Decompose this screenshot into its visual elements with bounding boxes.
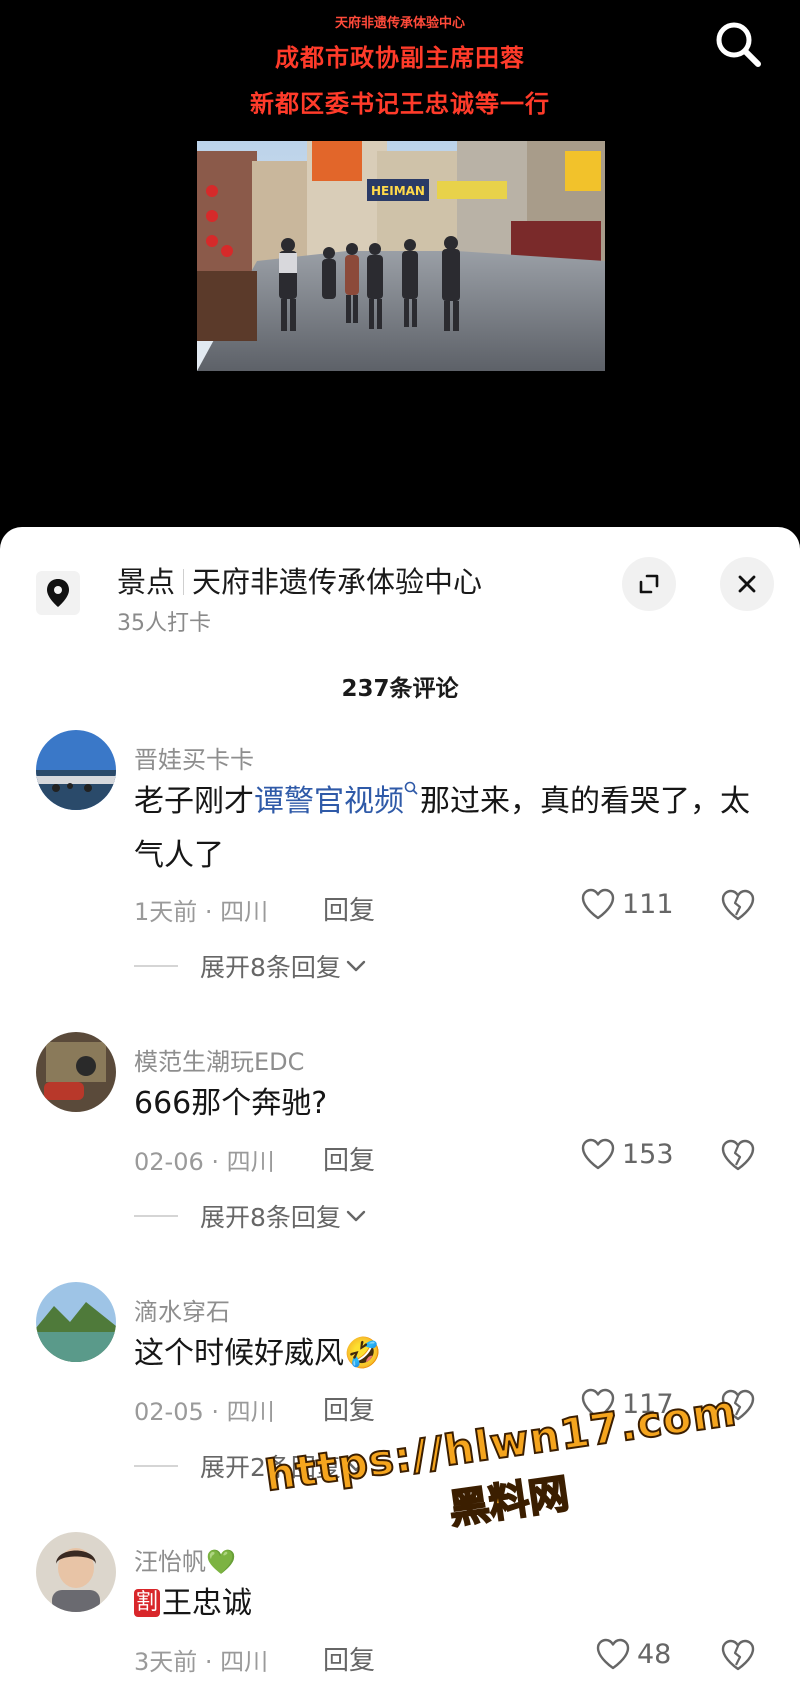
reply-button[interactable]: 回复 <box>323 890 375 927</box>
avatar[interactable] <box>36 1032 116 1112</box>
chevron-down-icon <box>346 960 366 972</box>
heart-icon <box>596 1638 630 1670</box>
comment-text-part: 王忠诚 <box>162 1586 253 1621</box>
chevron-down-icon <box>346 1210 366 1222</box>
comment-username[interactable]: 汪怡帆💚 <box>134 1542 236 1577</box>
comment-meta: 02-06 · 四川 <box>134 1148 275 1176</box>
video-caption-line2: 新都区委书记王忠诚等一行 <box>250 90 550 118</box>
divider-dash <box>134 1465 178 1467</box>
avatar[interactable] <box>36 730 116 810</box>
like-count: 117 <box>622 1388 674 1420</box>
like-button[interactable]: 153 <box>580 1137 674 1171</box>
search-small-icon <box>404 781 418 795</box>
divider-dash <box>134 1215 178 1217</box>
expand-replies-label: 展开8条回复 <box>200 1203 341 1232</box>
search-link[interactable]: 谭警官视频 <box>254 784 404 819</box>
comment-text-part: 这个时候好威风 <box>134 1336 344 1371</box>
expand-replies-label: 展开8条回复 <box>200 953 341 982</box>
chevron-down-icon <box>346 1460 366 1472</box>
comment-text: 这个时候好威风🤣 <box>134 1327 754 1381</box>
broken-heart-icon <box>721 1639 755 1671</box>
search-icon[interactable] <box>712 18 764 70</box>
reply-button[interactable]: 回复 <box>323 1640 375 1677</box>
like-button[interactable]: 117 <box>580 1387 674 1421</box>
heart-icon <box>581 1138 615 1170</box>
broken-heart-icon <box>721 889 755 921</box>
dislike-button[interactable] <box>720 888 756 926</box>
like-count: 48 <box>637 1638 672 1670</box>
poi-checkins: 35人打卡 <box>117 611 211 636</box>
comment-username[interactable]: 模范生潮玩EDC <box>134 1042 304 1077</box>
green-heart-icon: 💚 <box>206 1548 236 1576</box>
divider-dash <box>134 965 178 967</box>
expand-replies[interactable]: 展开8条回复 <box>134 948 367 984</box>
comment-text: 老子刚才谭警官视频 那过来，真的看哭了，太气人了 <box>134 775 754 883</box>
expand-replies-label: 展开2条回复 <box>200 1453 341 1482</box>
comment-username[interactable]: 滴水穿石 <box>134 1292 230 1327</box>
close-icon <box>738 575 756 593</box>
heiman-sign: HEIMAN <box>371 184 425 198</box>
video-frame-street-scene: HEIMAN <box>197 141 605 371</box>
comment-text: 割王忠诚 <box>134 1577 754 1631</box>
comment-username[interactable]: 晋娃买卡卡 <box>134 740 254 775</box>
comment-sheet: 景点 天府非遗传承体验中心 35人打卡 237条评论 晋娃买卡卡 老子刚才谭警官视… <box>0 527 800 1689</box>
video-caption-small: 天府非遗传承体验中心 <box>334 16 465 31</box>
like-count: 153 <box>622 1138 674 1170</box>
laughing-emoji-icon: 🤣 <box>344 1336 382 1371</box>
close-button[interactable] <box>720 557 774 611</box>
expand-icon <box>639 574 659 594</box>
comment-meta: 3天前 · 四川 <box>134 1648 269 1676</box>
expand-button[interactable] <box>622 557 676 611</box>
reply-button[interactable]: 回复 <box>323 1390 375 1427</box>
comment-meta: 1天前 · 四川 <box>134 898 269 926</box>
expand-replies[interactable]: 展开8条回复 <box>134 1198 367 1234</box>
like-button[interactable]: 111 <box>580 887 674 921</box>
video-player[interactable]: 天府非遗传承体验中心 成都市政协副主席田蓉 新都区委书记王忠诚等一行 HEIMA… <box>0 0 800 540</box>
poi-title[interactable]: 景点 天府非遗传承体验中心 <box>117 559 482 601</box>
dislike-button[interactable] <box>720 1138 756 1176</box>
comment-text-part: 老子刚才 <box>134 784 254 819</box>
expand-replies[interactable]: 展开2条回复 <box>134 1448 367 1484</box>
comment-meta: 02-05 · 四川 <box>134 1398 275 1426</box>
video-caption-line1: 成都市政协副主席田蓉 <box>275 44 525 72</box>
poi-category: 景点 <box>117 565 176 599</box>
like-button[interactable]: 48 <box>595 1637 671 1671</box>
avatar[interactable] <box>36 1282 116 1362</box>
comment-text: 666那个奔驰? <box>134 1086 328 1121</box>
username-text: 汪怡帆 <box>134 1548 206 1576</box>
avatar[interactable] <box>36 1532 116 1612</box>
poi-divider <box>183 569 185 595</box>
comment-count: 237条评论 <box>341 676 459 702</box>
broken-heart-icon <box>721 1389 755 1421</box>
like-count: 111 <box>622 888 674 920</box>
dislike-button[interactable] <box>720 1388 756 1426</box>
heart-icon <box>581 1388 615 1420</box>
reply-button[interactable]: 回复 <box>323 1140 375 1177</box>
broken-heart-icon <box>721 1139 755 1171</box>
cut-tag-icon: 割 <box>134 1589 161 1617</box>
location-pin-icon[interactable] <box>36 571 80 615</box>
dislike-button[interactable] <box>720 1638 756 1676</box>
poi-name: 天府非遗传承体验中心 <box>192 565 483 599</box>
heart-icon <box>581 888 615 920</box>
